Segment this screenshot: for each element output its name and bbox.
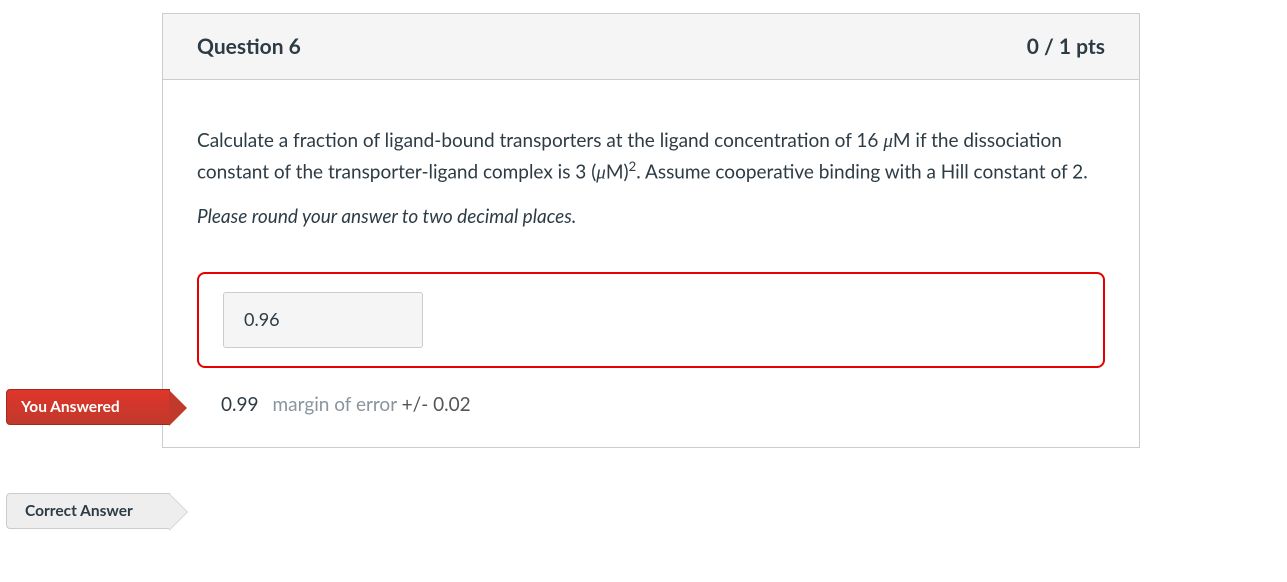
question-points: 0 / 1 pts [1027,34,1105,59]
you-answered-tag: You Answered [6,389,170,425]
correct-answer-label: Correct Answer [25,502,133,520]
correct-answer-value: 0.99 [221,390,259,419]
margin-of-error-label: margin of error [273,393,397,416]
question-header: Question 6 0 / 1 pts [163,14,1139,80]
you-answered-label: You Answered [21,398,120,416]
correct-answer-row: 0.99 margin of error +/- 0.02 [197,390,1105,419]
margin-of-error-value: +/- 0.02 [402,393,471,416]
question-title: Question 6 [197,34,301,59]
question-body: Calculate a fraction of ligand-bound tra… [163,80,1139,447]
question-card: Question 6 0 / 1 pts Calculate a fractio… [162,13,1140,448]
question-text: Calculate a fraction of ligand-bound tra… [197,126,1105,188]
correct-answer-tag: Correct Answer [6,493,170,529]
question-instructions: Please round your answer to two decimal … [197,202,1105,231]
your-answer-box: 0.96 [197,272,1105,368]
your-answer-value: 0.96 [223,292,423,348]
